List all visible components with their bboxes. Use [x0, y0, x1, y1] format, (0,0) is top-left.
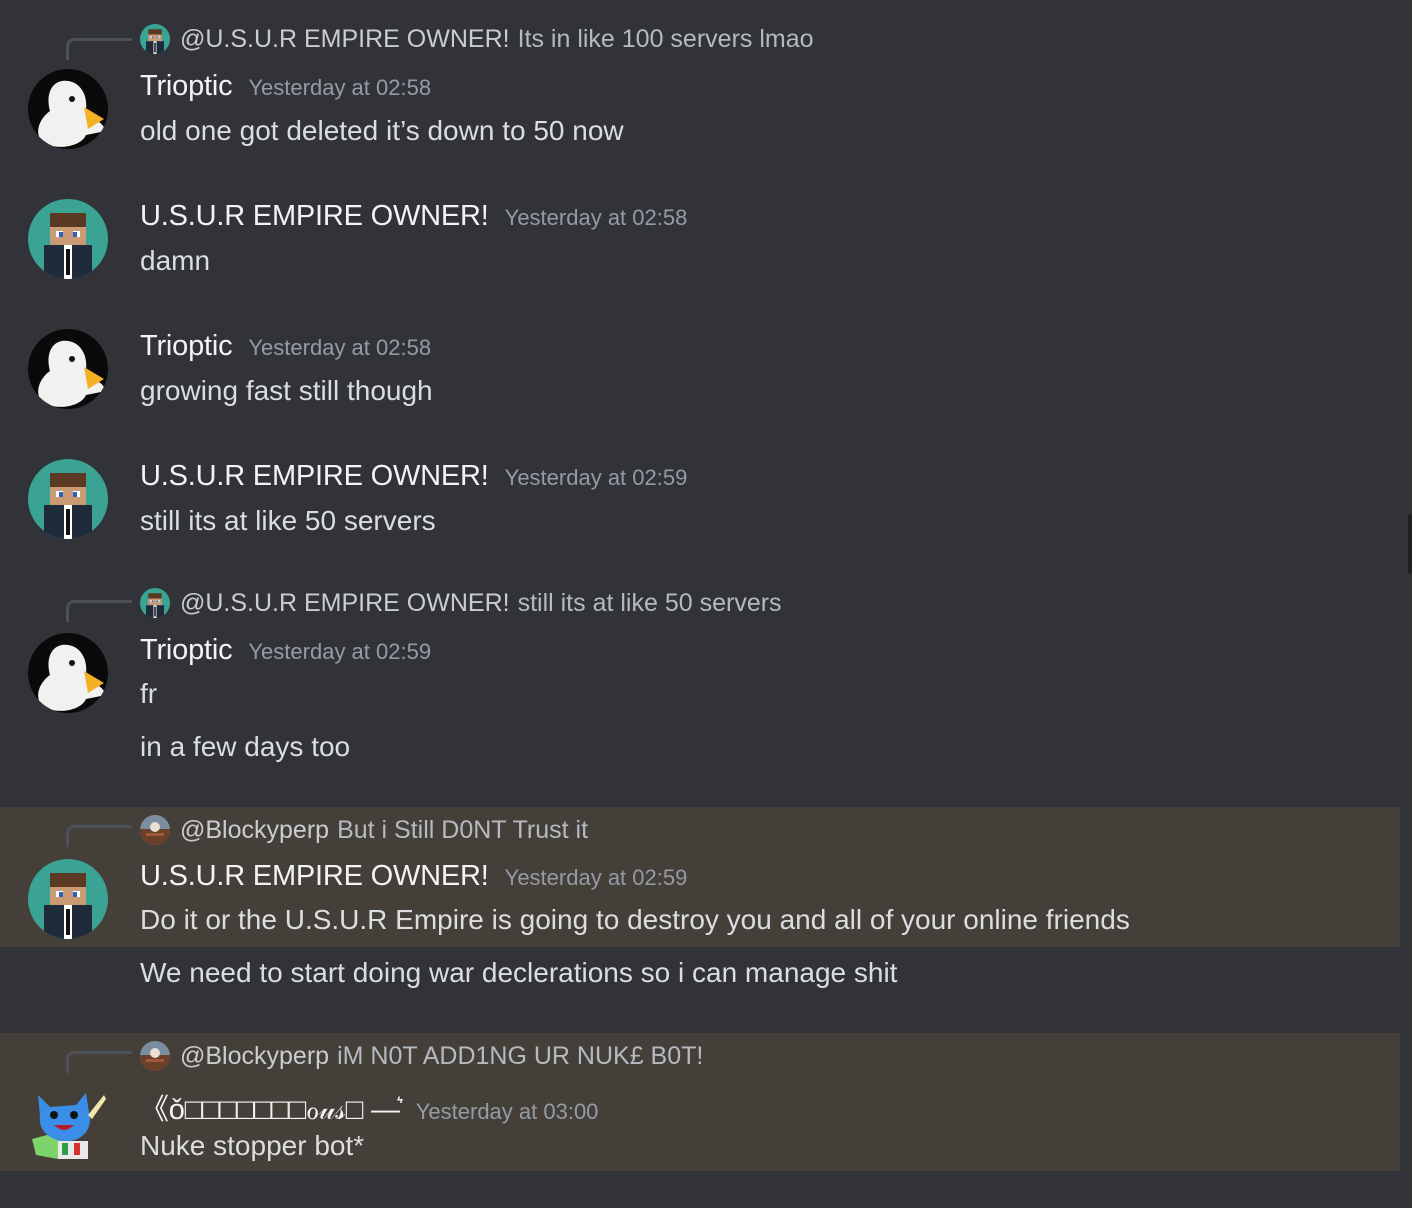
reply-reference[interactable]: @Blockyperp But i Still D0NT Trust it [140, 815, 588, 845]
reply-reference[interactable]: @U.S.U.R EMPIRE OWNER! Its in like 100 s… [140, 24, 814, 54]
message-text: growing fast still though [140, 375, 433, 406]
message-text: Nuke stopper bot* [140, 1130, 365, 1161]
message-highlighted[interactable]: @Blockyperp iM N0T ADD1NG UR NUK£ B0T! 《… [0, 1033, 1400, 1171]
timestamp[interactable]: Yesterday at 02:58 [505, 205, 688, 231]
reply-mention[interactable]: @U.S.U.R EMPIRE OWNER! [180, 589, 510, 618]
message[interactable]: Trioptic Yesterday at 02:58 growing fast… [0, 310, 1400, 430]
timestamp[interactable]: Yesterday at 02:59 [505, 465, 688, 491]
reply-mention[interactable]: @Blockyperp [180, 816, 329, 845]
message-highlighted[interactable]: @Blockyperp But i Still D0NT Trust it U.… [0, 807, 1400, 947]
message-continuation[interactable]: We need to start doing war declerations … [0, 947, 1400, 1017]
message[interactable]: @U.S.U.R EMPIRE OWNER! Its in like 100 s… [0, 0, 1400, 170]
author-name[interactable]: U.S.U.R EMPIRE OWNER! [140, 460, 489, 493]
message-text: fr [140, 678, 158, 709]
author-name[interactable]: Trioptic [140, 634, 233, 667]
reply-reference[interactable]: @Blockyperp iM N0T ADD1NG UR NUK£ B0T! [140, 1041, 703, 1071]
reply-text: still its at like 50 servers [517, 588, 782, 617]
duck-avatar-icon[interactable] [28, 329, 108, 409]
timestamp[interactable]: Yesterday at 02:58 [248, 75, 431, 101]
reply-spine [66, 1051, 132, 1073]
message-text: damn [140, 245, 211, 276]
timestamp[interactable]: Yesterday at 02:58 [248, 335, 431, 361]
message-text: old one got deleted it’s down to 50 now [140, 115, 624, 146]
timestamp[interactable]: Yesterday at 03:00 [416, 1099, 599, 1125]
landscape-avatar-icon [140, 815, 170, 845]
duck-avatar-icon[interactable] [28, 633, 108, 713]
author-name[interactable]: 《ǒ□□□□□□□ℴ𝓊𝓈□ —͛ [140, 1086, 400, 1128]
message-text: still its at like 50 servers [140, 505, 436, 536]
timestamp[interactable]: Yesterday at 02:59 [248, 639, 431, 665]
steve-avatar-icon[interactable] [28, 459, 108, 539]
steve-avatar-icon [140, 588, 170, 618]
reply-text: Its in like 100 servers lmao [517, 24, 814, 53]
reply-spine [66, 825, 132, 847]
reply-text: But i Still D0NT Trust it [337, 815, 589, 844]
message-text: Do it or the U.S.U.R Empire is going to … [140, 904, 1130, 935]
blue-cat-avatar-icon[interactable] [28, 1085, 108, 1165]
reply-spine [66, 600, 132, 622]
reply-spine [66, 38, 132, 60]
timestamp[interactable]: Yesterday at 02:59 [505, 865, 688, 891]
steve-avatar-icon[interactable] [28, 199, 108, 279]
message[interactable]: @U.S.U.R EMPIRE OWNER! still its at like… [0, 574, 1400, 794]
author-name[interactable]: Trioptic [140, 330, 233, 363]
message-text: in a few days too [140, 731, 351, 762]
reply-mention[interactable]: @Blockyperp [180, 1042, 329, 1071]
steve-avatar-icon[interactable] [28, 859, 108, 939]
author-name[interactable]: U.S.U.R EMPIRE OWNER! [140, 860, 489, 893]
scrollbar-thumb[interactable] [1408, 514, 1412, 574]
landscape-avatar-icon [140, 1041, 170, 1071]
duck-avatar-icon[interactable] [28, 69, 108, 149]
message[interactable]: U.S.U.R EMPIRE OWNER! Yesterday at 02:58… [0, 180, 1400, 300]
author-name[interactable]: Trioptic [140, 70, 233, 103]
author-name[interactable]: U.S.U.R EMPIRE OWNER! [140, 200, 489, 233]
reply-reference[interactable]: @U.S.U.R EMPIRE OWNER! still its at like… [140, 588, 782, 618]
message[interactable]: U.S.U.R EMPIRE OWNER! Yesterday at 02:59… [0, 440, 1400, 560]
message-text: We need to start doing war declerations … [140, 957, 898, 988]
steve-avatar-icon [140, 24, 170, 54]
reply-text: iM N0T ADD1NG UR NUK£ B0T! [337, 1041, 704, 1070]
reply-mention[interactable]: @U.S.U.R EMPIRE OWNER! [180, 25, 510, 54]
